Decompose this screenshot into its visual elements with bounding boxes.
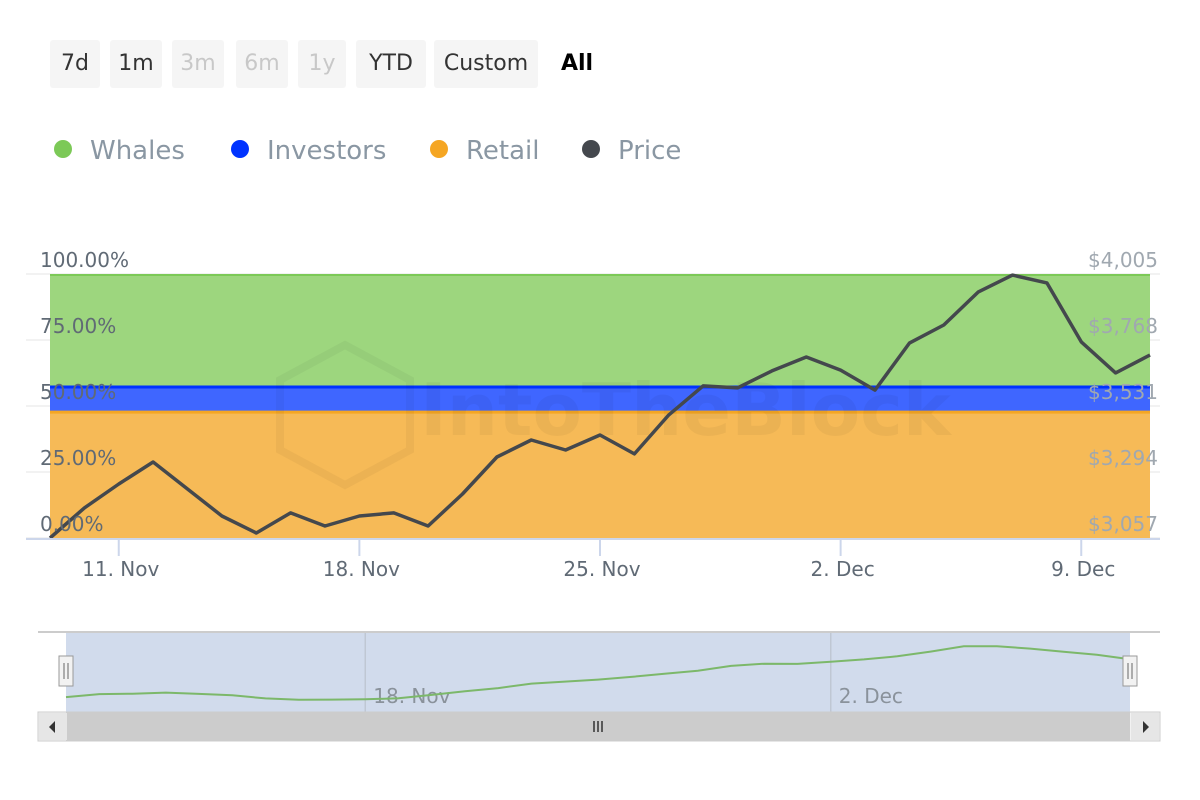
- navigator-left-handle[interactable]: [58, 655, 74, 687]
- y-left-tick-label: 50.00%: [40, 380, 116, 404]
- handle-grip-icon: [58, 655, 74, 687]
- y-right-tick-label: $3,294: [1088, 446, 1158, 470]
- navigator-right-handle[interactable]: [1122, 655, 1138, 687]
- y-right-tick-label: $3,768: [1088, 314, 1158, 338]
- y-left-tick-label: 25.00%: [40, 446, 116, 470]
- chart: IntoTheBlock 0.00% 25.00% 50.00% 75.00% 100.0…: [26, 248, 1161, 742]
- x-tick-label: 2. Dec: [811, 557, 875, 581]
- y-left-tick-label: 100.00%: [40, 248, 129, 272]
- y-left-tick-label: 75.00%: [40, 314, 116, 338]
- y-left-tick-label: 0.00%: [40, 512, 104, 536]
- y-right-tick-label: $3,057: [1088, 512, 1158, 536]
- x-tick-label: 25. Nov: [563, 557, 640, 581]
- y-right-tick-label: $4,005: [1088, 248, 1158, 272]
- navigator[interactable]: 18. Nov 2. Dec: [37, 631, 1161, 742]
- scrollbar[interactable]: [37, 711, 1161, 742]
- navigator-tick-label: 2. Dec: [839, 684, 903, 708]
- x-tick-label: 9. Dec: [1051, 557, 1115, 581]
- x-tick-label: 18. Nov: [323, 557, 400, 581]
- watermark-logo: IntoTheBlock: [420, 368, 953, 452]
- x-tick-label: 11. Nov: [82, 557, 159, 581]
- y-right-tick-label: $3,531: [1088, 380, 1158, 404]
- navigator-selected-range: [66, 633, 1130, 712]
- handle-grip-icon: [1122, 655, 1138, 687]
